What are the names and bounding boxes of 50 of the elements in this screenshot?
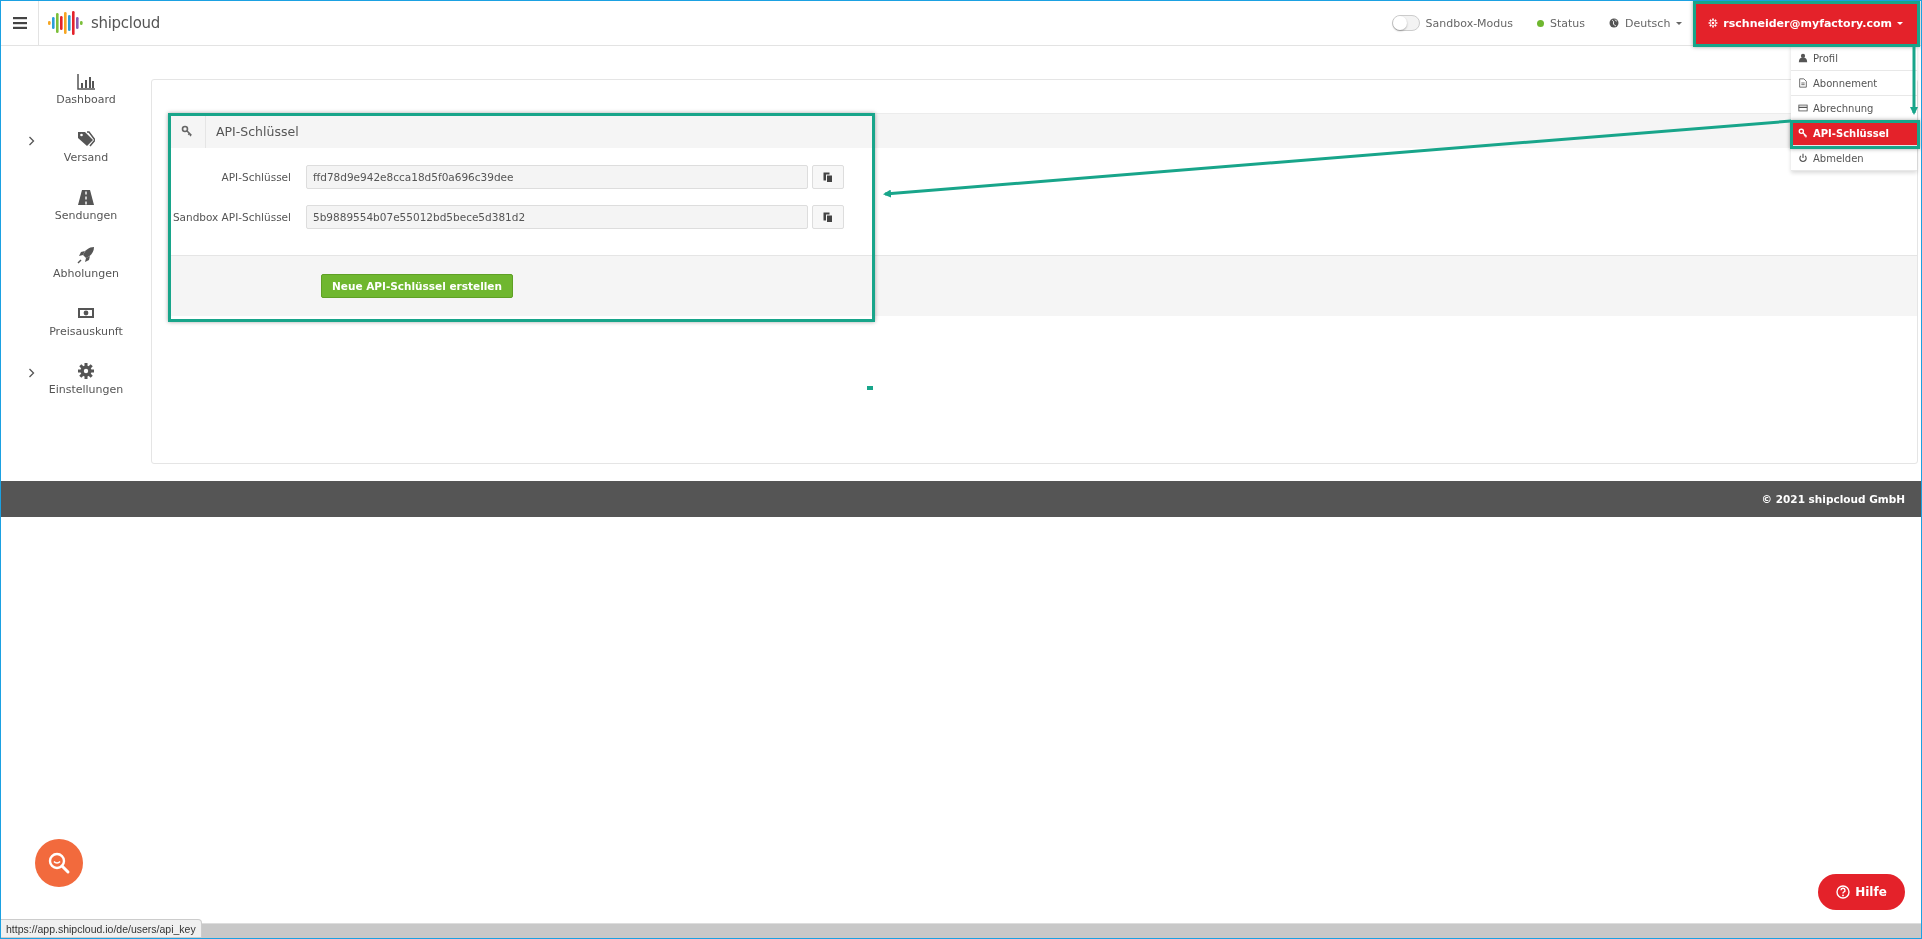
copyright-text: © 2021 shipcloud GmbH <box>1761 493 1905 505</box>
menu-icon <box>12 17 27 29</box>
logo-text: shipcloud <box>91 14 160 32</box>
search-icon <box>47 851 71 875</box>
tags-icon <box>77 130 95 148</box>
copy-button[interactable] <box>812 205 844 229</box>
user-menu-button[interactable]: rschneider@myfactory.com <box>1694 2 1917 44</box>
field-label: Sandbox API-Schlüssel <box>171 211 292 223</box>
sidebar-item[interactable]: Preisauskunft <box>1 304 151 362</box>
help-button[interactable]: Hilfe <box>1818 874 1905 910</box>
sidebar-item[interactable]: Versand <box>1 130 151 188</box>
credit-card-icon <box>1798 103 1808 113</box>
logo-icon <box>47 11 85 35</box>
key-icon <box>1798 128 1808 138</box>
key-field[interactable]: ffd78d9e942e8cca18d5f0a696c39dee <box>306 165 808 189</box>
menu-item[interactable]: Profil <box>1791 46 1917 71</box>
menu-item[interactable]: Abmelden <box>1791 146 1917 171</box>
menu-item[interactable]: Abrechnung <box>1791 96 1917 121</box>
menu-item[interactable]: API-Schlüssel <box>1791 121 1917 146</box>
document-icon <box>1798 78 1808 88</box>
copy-button[interactable] <box>812 165 844 189</box>
help-icon <box>1836 885 1851 899</box>
gear-icon <box>1708 18 1719 28</box>
toggle-switch[interactable] <box>1391 15 1420 31</box>
key-icon <box>181 125 193 137</box>
rocket-icon <box>77 246 95 264</box>
field-label: API-Schlüssel <box>220 171 292 183</box>
sidebar-item[interactable]: Sendungen <box>1 188 151 246</box>
annotation-mark <box>867 386 873 390</box>
copy-icon <box>823 171 833 183</box>
sidebar-item[interactable]: Einstellungen <box>1 362 151 420</box>
road-icon <box>77 188 95 206</box>
globe-icon <box>1609 18 1620 28</box>
annotation-arrow <box>1910 47 1918 115</box>
copy-icon <box>823 211 833 223</box>
search-button[interactable] <box>35 839 83 887</box>
gear-icon <box>77 362 95 380</box>
language-dropdown[interactable]: Deutsch <box>1609 16 1683 30</box>
status-dot <box>1537 19 1544 27</box>
panel-title: API-Schlüssel <box>216 123 299 139</box>
sidebar-item[interactable]: Abholungen <box>1 246 151 304</box>
bar-chart-icon <box>77 72 95 90</box>
key-field[interactable]: 5b9889554b07e55012bd5bece5d381d2 <box>306 205 808 229</box>
power-icon <box>1798 153 1808 163</box>
menu-item[interactable]: Abonnement <box>1791 71 1917 96</box>
toggle-label: Sandbox-Modus <box>1425 16 1513 30</box>
person-icon <box>1798 53 1808 63</box>
sidebar-item[interactable]: Dashboard <box>1 72 151 130</box>
status-link[interactable]: Status <box>1550 16 1586 30</box>
status-url-tooltip: https://app.shipcloud.io/de/users/api_key <box>1 919 202 938</box>
